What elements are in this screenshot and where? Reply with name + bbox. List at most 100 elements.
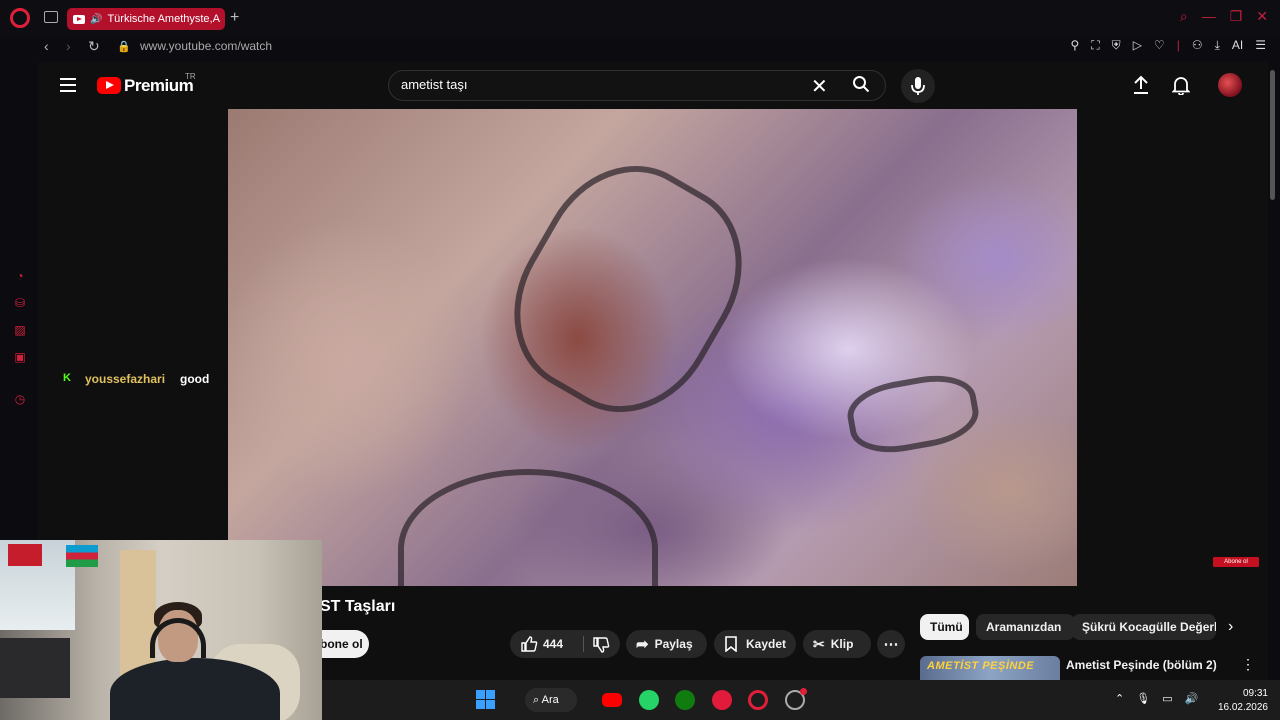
chat-message: good [180, 372, 210, 386]
search-icon[interactable] [852, 75, 870, 93]
microphone-icon[interactable]: 🎙 [1136, 692, 1150, 705]
taskbar-clock[interactable]: 09:31 16.02.2026 [1212, 687, 1268, 715]
whatsapp-icon[interactable] [639, 690, 659, 710]
easy-setup-icon[interactable]: ☰ [1255, 38, 1266, 53]
share-label: Paylaş [654, 637, 693, 651]
display-icon[interactable]: ▭ [1162, 692, 1172, 705]
voice-search-button[interactable] [901, 69, 935, 103]
youtube-brand[interactable]: Premium [124, 76, 194, 96]
search-input[interactable]: ametist taşı [401, 77, 467, 92]
room-shelf [0, 638, 70, 698]
share-icon: ➦ [636, 636, 649, 653]
heart-icon[interactable]: ♡ [1154, 38, 1165, 53]
thumbnail-text: AMETİST PEŞİNDE [927, 660, 1035, 672]
workspace-icon[interactable]: ⛁ [12, 296, 28, 310]
more-actions-button[interactable]: ⋯ [877, 630, 905, 658]
url-field[interactable]: www.youtube.com/watch [140, 39, 272, 53]
chat-username: youssefazhari [85, 372, 166, 386]
opera-logo-icon[interactable] [10, 8, 30, 28]
microphone-icon [911, 77, 925, 95]
subscribe-watermark[interactable]: Abone ol [1213, 557, 1259, 567]
chip-from-search[interactable]: Aramanızdan [976, 614, 1075, 640]
recommendation-menu-icon[interactable]: ⋮ [1241, 656, 1255, 673]
flag-decoration [8, 544, 42, 566]
messenger-icon[interactable]: ▣ [12, 350, 28, 364]
mineral-vein [398, 469, 658, 586]
opera-taskbar-icon[interactable] [748, 690, 768, 710]
like-count[interactable]: 444 [543, 637, 563, 651]
play-icon[interactable]: ▷ [1133, 38, 1142, 53]
divider: | [1176, 38, 1180, 52]
download-icon[interactable]: ⤓ [1215, 38, 1220, 53]
region-code: TR [185, 72, 196, 81]
browser-window: 🔊 Türkische Amethyste,A + ⌕ — ❐ ✕ ‹ › ↻ … [0, 0, 1280, 720]
shield-icon[interactable]: ⛨ [1112, 38, 1121, 53]
video-player[interactable] [228, 109, 1077, 586]
youtube-logo-icon[interactable] [97, 77, 121, 94]
like-dislike-group: 444 [510, 630, 620, 658]
save-button[interactable]: Kaydet [714, 630, 796, 658]
save-label: Kaydet [746, 637, 787, 651]
mineral-vein [481, 135, 775, 443]
browser-toolbar: ⚲ ⛶ ⛨ ▷ ♡ | ⚇ ⤓ AI ☰ [1070, 38, 1266, 53]
menu-icon[interactable] [60, 78, 76, 92]
clip-button[interactable]: ✂ Klip [803, 630, 871, 658]
upload-icon[interactable] [1131, 74, 1151, 96]
webcam-overlay [0, 540, 322, 720]
maximize-icon[interactable]: ❐ [1230, 8, 1243, 25]
scrollbar[interactable] [1270, 70, 1275, 200]
system-tray: ⌃ 🎙 ▭ 🔊 [1115, 692, 1198, 705]
flag-decoration [66, 545, 98, 567]
divider [583, 636, 584, 652]
forward-icon[interactable]: › [66, 38, 71, 54]
history-icon[interactable]: ◷ [12, 392, 28, 406]
wallet-icon[interactable]: ⚇ [1192, 38, 1203, 53]
scissors-icon: ✂ [813, 635, 825, 652]
lock-icon[interactable]: 🔒 [117, 40, 131, 53]
window-controls: ⌕ — ❐ ✕ [1180, 8, 1268, 25]
tab-manager-icon[interactable] [44, 11, 58, 23]
windows-start-icon[interactable] [476, 690, 495, 709]
speaker-icon[interactable]: 🔊 [90, 14, 102, 25]
clip-label: Klip [830, 637, 854, 651]
clock-time: 09:31 [1242, 688, 1268, 699]
pin-icon[interactable]: ⚲ [1070, 38, 1079, 53]
tab-active[interactable]: 🔊 Türkische Amethyste,A [67, 8, 225, 30]
music-app-icon[interactable] [712, 690, 732, 710]
back-icon[interactable]: ‹ [44, 38, 49, 54]
youtube-favicon-icon [73, 14, 85, 24]
chevron-right-icon[interactable]: › [1228, 618, 1233, 636]
chevron-up-icon[interactable]: ⌃ [1115, 692, 1124, 705]
reload-icon[interactable]: ↻ [88, 38, 100, 55]
like-icon[interactable] [520, 635, 538, 653]
notifications-bell-icon[interactable] [1172, 75, 1190, 95]
share-button[interactable]: ➦ Paylaş [626, 630, 707, 658]
dislike-icon[interactable] [592, 636, 610, 654]
aria-icon[interactable]: ◔ [12, 269, 28, 283]
taskbar-search[interactable]: ⌕ Ara [525, 688, 577, 712]
chip-all[interactable]: Tümü [920, 614, 969, 640]
chip-channel[interactable]: Şükrü Kocagülle Değerli [1072, 614, 1216, 640]
person-body [110, 658, 280, 720]
close-window-icon[interactable]: ✕ [1256, 8, 1268, 25]
youtube-app-icon[interactable] [602, 693, 622, 707]
volume-icon[interactable]: 🔊 [1185, 692, 1199, 705]
taskbar-search-label: Ara [541, 694, 559, 706]
recommendation-title[interactable]: Ametist Peşinde (bölüm 2) [1066, 658, 1217, 672]
tab-title: Türkische Amethyste,A [107, 13, 220, 25]
search-tabs-icon[interactable]: ⌕ [1180, 8, 1188, 25]
new-tab-button[interactable]: + [230, 9, 239, 27]
snapshot-icon[interactable]: ⛶ [1091, 38, 1099, 53]
aria-ai-button[interactable]: AI [1232, 38, 1243, 53]
clear-search-icon[interactable]: ✕ [811, 74, 828, 99]
minimize-icon[interactable]: — [1202, 8, 1216, 25]
xbox-icon[interactable] [675, 690, 695, 710]
bookmark-icon [725, 636, 737, 652]
avatar[interactable] [1218, 73, 1242, 97]
video-title: ST Taşları [320, 598, 396, 615]
mineral-vein [842, 368, 984, 460]
clock-date: 16.02.2026 [1217, 702, 1268, 713]
player-icon[interactable]: ▨ [12, 323, 28, 337]
notification-dot [800, 688, 807, 695]
chat-platform-badge: K [63, 372, 71, 384]
